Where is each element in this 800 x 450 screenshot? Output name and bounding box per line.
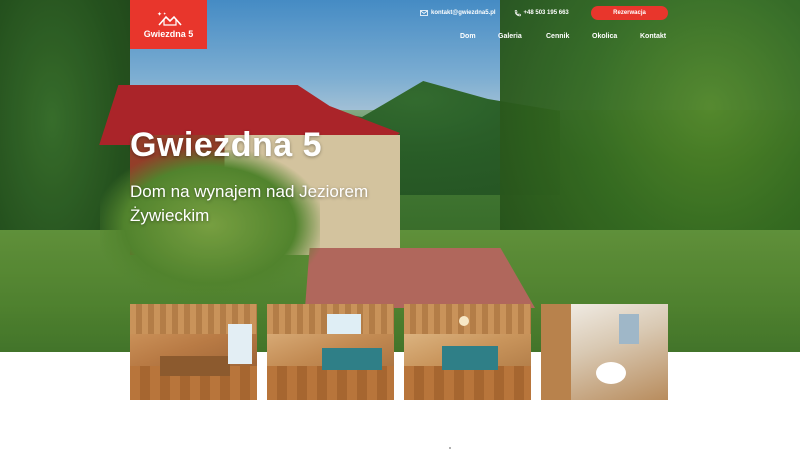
hero-title: Gwiezdna 5 (130, 126, 323, 164)
phone-icon (514, 9, 521, 16)
phone-link[interactable]: +48 503 195 663 (514, 9, 569, 17)
nav-item-galeria[interactable]: Galeria (498, 33, 522, 40)
page: ✦ ✦ Gwiezdna 5 kontakt@gwiezdna5.pl +48 … (0, 0, 800, 450)
hero-background (0, 0, 800, 352)
gallery-thumb-bedroom[interactable] (404, 304, 531, 400)
gallery-thumb-dining-room[interactable] (130, 304, 257, 400)
email-link[interactable]: kontakt@gwiezdna5.pl (420, 10, 496, 16)
contact-bar: kontakt@gwiezdna5.pl +48 503 195 663 (420, 6, 587, 20)
logo[interactable]: ✦ ✦ Gwiezdna 5 (130, 0, 207, 49)
envelope-icon (420, 10, 428, 16)
reservation-button[interactable]: Rezerwacja (591, 6, 668, 20)
logo-text: Gwiezdna 5 (143, 28, 194, 39)
phone-text: +48 503 195 663 (523, 10, 569, 16)
hero-subtitle: Dom na wynajem nad Jeziorem Żywieckim (130, 182, 369, 225)
svg-text:✦: ✦ (163, 11, 167, 16)
scroll-indicator-dot (449, 447, 451, 449)
nav-item-okolica[interactable]: Okolica (592, 33, 617, 40)
gallery-thumb-living-room[interactable] (267, 304, 394, 400)
svg-text:✦: ✦ (157, 11, 162, 18)
nav-item-cennik[interactable]: Cennik (546, 33, 569, 40)
nav-item-kontakt[interactable]: Kontakt (640, 33, 666, 40)
email-text: kontakt@gwiezdna5.pl (431, 10, 496, 16)
gallery-thumb-bathroom[interactable] (541, 304, 668, 400)
nav-item-dom[interactable]: Dom (460, 33, 476, 40)
photo-gallery (130, 304, 668, 400)
house-stars-icon: ✦ ✦ (157, 11, 182, 26)
